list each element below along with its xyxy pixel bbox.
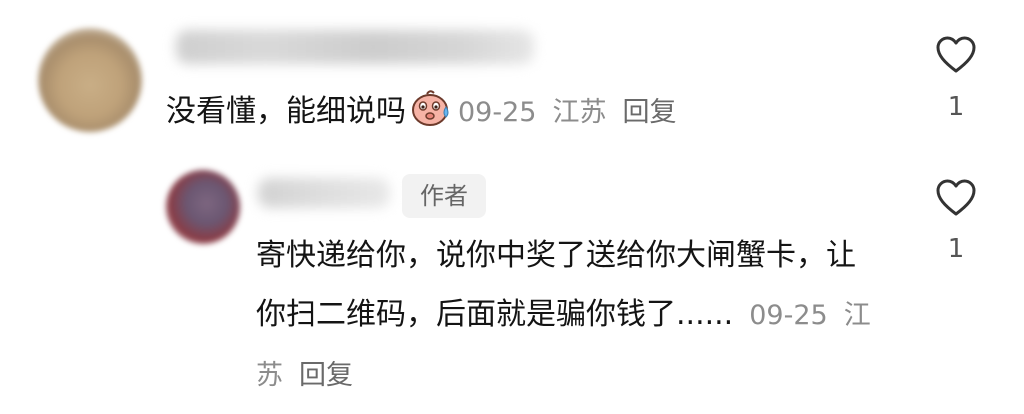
like-count: 1 <box>947 234 965 264</box>
comment-text: 没看懂，能细说吗 <box>166 94 406 129</box>
reply-button[interactable]: 回复 <box>622 97 676 128</box>
username-blurred[interactable] <box>176 30 534 64</box>
heart-icon[interactable] <box>934 176 978 220</box>
comment-2: 寄快递给你，说你中奖了送给你大闸蟹卡，让你扫二维码，后面就是骗你钱了......… <box>256 226 876 405</box>
avatar[interactable] <box>38 28 142 132</box>
reply-button[interactable]: 回复 <box>299 360 353 391</box>
username-blurred[interactable] <box>258 178 390 208</box>
comment-date: 09-25 <box>749 300 828 331</box>
comment-1: 没看懂，能细说吗 09-25 江苏 回复 <box>166 82 676 142</box>
heart-icon[interactable] <box>934 33 978 77</box>
comment-meta: 09-25 江苏 回复 <box>458 97 676 128</box>
like-count: 1 <box>947 92 965 122</box>
comment-location: 江苏 <box>552 97 607 128</box>
comment-date: 09-25 <box>458 97 537 128</box>
cold-sweat-face-emoji <box>412 90 449 126</box>
avatar[interactable] <box>166 170 240 244</box>
author-badge: 作者 <box>402 174 486 218</box>
